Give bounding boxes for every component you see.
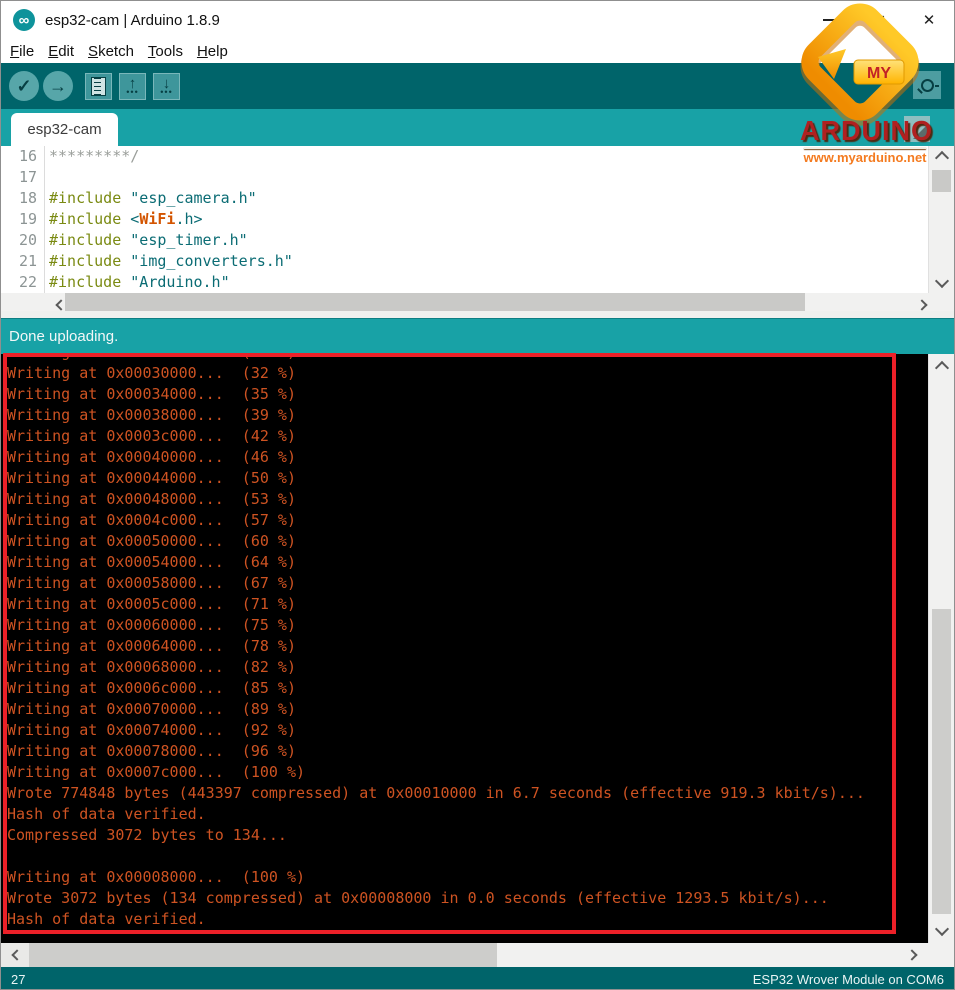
upload-button[interactable]: → <box>43 71 73 101</box>
scroll-right-button[interactable] <box>899 943 927 967</box>
scrollbar-thumb[interactable] <box>932 609 951 914</box>
tab-bar: esp32-cam <box>1 109 954 146</box>
console-output[interactable]: Writing at 0x0002c000... (28 %) Writing … <box>1 354 930 943</box>
verify-button[interactable]: ✓ <box>9 71 39 101</box>
console-line: Hash of data verified. <box>7 910 206 928</box>
menu-help[interactable]: Help <box>190 43 235 60</box>
tray-dots-icon: ••• <box>126 87 139 97</box>
console-line: Writing at 0x00068000... (82 %) <box>7 658 296 676</box>
chevron-up-icon <box>934 360 949 376</box>
console-line: Writing at 0x0004c000... (57 %) <box>7 511 296 529</box>
console-line: Writing at 0x00034000... (35 %) <box>7 385 296 403</box>
console-horizontal-scrollbar[interactable] <box>1 943 954 967</box>
console-line: Writing at 0x0007c000... (100 %) <box>7 763 306 781</box>
console-line: Writing at 0x00050000... (60 %) <box>7 532 296 550</box>
maximize-icon: □ <box>873 10 885 30</box>
board-port-label: ESP32 Wrover Module on COM6 <box>752 971 944 987</box>
code-line: 17 <box>1 167 930 188</box>
tab-esp32-cam[interactable]: esp32-cam <box>11 113 118 146</box>
code-line: 16 *********/ <box>1 146 930 167</box>
close-button[interactable]: ✕ <box>904 1 954 39</box>
menu-bar: File Edit Sketch Tools Help <box>1 39 954 63</box>
editor-console-divider <box>1 311 954 319</box>
code-line: 19 #include <WiFi.h> <box>1 209 930 230</box>
cursor-line-number: 27 <box>11 971 26 987</box>
console-line: Writing at 0x00058000... (67 %) <box>7 574 296 592</box>
chevron-right-icon <box>905 949 918 961</box>
save-sketch-button[interactable]: ↓ ••• <box>153 72 180 100</box>
editor-vertical-scrollbar[interactable] <box>928 146 954 293</box>
maximize-button[interactable]: □ <box>854 1 904 39</box>
tab-list-dropdown-button[interactable] <box>904 116 930 142</box>
arduino-ide-window: ∞ esp32-cam | Arduino 1.8.9 □ ✕ File Edi… <box>0 0 955 990</box>
arduino-app-icon: ∞ <box>13 9 35 31</box>
console-line: Writing at 0x00054000... (64 %) <box>7 553 296 571</box>
open-sketch-button[interactable]: ↑ ••• <box>119 72 146 100</box>
window-controls: □ ✕ <box>804 1 954 39</box>
console-vertical-scrollbar[interactable] <box>928 354 954 943</box>
chevron-up-icon <box>934 150 949 166</box>
console-line: Writing at 0x00008000... (100 %) <box>7 868 306 886</box>
console-line: Wrote 3072 bytes (134 compressed) at 0x0… <box>7 889 829 907</box>
code-line: 20 #include "esp_timer.h" <box>1 230 930 251</box>
console-line: Wrote 774848 bytes (443397 compressed) a… <box>7 784 865 802</box>
console-line: Writing at 0x00078000... (96 %) <box>7 742 296 760</box>
status-bar: 27 ESP32 Wrover Module on COM6 <box>1 967 954 989</box>
console-line: Writing at 0x00060000... (75 %) <box>7 616 296 634</box>
scroll-down-button[interactable] <box>929 273 954 293</box>
console-line: Writing at 0x00064000... (78 %) <box>7 637 296 655</box>
scroll-down-button[interactable] <box>929 921 954 941</box>
console-line: Compressed 3072 bytes to 134... <box>7 826 287 844</box>
console-line: Writing at 0x0005c000... (71 %) <box>7 595 296 613</box>
upload-status-text: Done uploading. <box>9 328 119 345</box>
console-line: Hash of data verified. <box>7 805 206 823</box>
upload-status-bar: Done uploading. <box>1 319 954 354</box>
scroll-up-button[interactable] <box>929 146 954 166</box>
console-line: Writing at 0x00074000... (92 %) <box>7 721 296 739</box>
console-line-partial: Writing at 0x0002c000... (28 %) <box>7 354 930 363</box>
console-line: Writing at 0x00030000... (32 %) <box>7 364 296 382</box>
chevron-down-icon <box>934 273 949 289</box>
editor-horizontal-scrollbar[interactable] <box>1 293 954 311</box>
console-line: Writing at 0x00048000... (53 %) <box>7 490 296 508</box>
chevron-down-icon <box>934 921 949 937</box>
menu-edit[interactable]: Edit <box>41 43 81 60</box>
minimize-button[interactable] <box>804 1 854 39</box>
console-line: Writing at 0x0003c000... (42 %) <box>7 427 296 445</box>
tray-dots-icon: ••• <box>160 87 173 97</box>
console-line: Writing at 0x00070000... (89 %) <box>7 700 296 718</box>
code-line: 18 #include "esp_camera.h" <box>1 188 930 209</box>
check-icon: ✓ <box>16 75 32 96</box>
new-sketch-button[interactable] <box>85 72 112 100</box>
serial-monitor-button[interactable] <box>913 71 941 99</box>
chevron-right-icon <box>915 299 928 311</box>
minimize-icon <box>823 19 835 21</box>
document-icon <box>91 76 106 96</box>
scrollbar-thumb[interactable] <box>932 170 951 192</box>
menu-sketch[interactable]: Sketch <box>81 43 141 60</box>
code-line: 21 #include "img_converters.h" <box>1 251 930 272</box>
triangle-icon <box>913 125 927 139</box>
toolbar: ✓ → ↑ ••• ↓ ••• <box>1 63 954 109</box>
scroll-up-button[interactable] <box>929 356 954 376</box>
scrollbar-thumb[interactable] <box>29 943 497 967</box>
console-line: Writing at 0x00038000... (39 %) <box>7 406 296 424</box>
right-arrow-icon: → <box>49 75 67 96</box>
magnifier-icon <box>920 78 939 92</box>
code-editor[interactable]: 16 *********/ 17 18 #include "esp_camera… <box>1 146 930 293</box>
scroll-left-button[interactable] <box>1 943 29 967</box>
console-line: Writing at 0x0006c000... (85 %) <box>7 679 296 697</box>
chevron-left-icon <box>10 949 23 961</box>
code-line: 22 #include "Arduino.h" <box>1 272 930 293</box>
console-line: Writing at 0x00040000... (46 %) <box>7 448 296 466</box>
console-line: Writing at 0x00044000... (50 %) <box>7 469 296 487</box>
title-bar: ∞ esp32-cam | Arduino 1.8.9 □ ✕ <box>1 1 954 39</box>
window-title: esp32-cam | Arduino 1.8.9 <box>45 11 220 29</box>
close-icon: ✕ <box>922 12 936 29</box>
scrollbar-thumb[interactable] <box>65 293 805 311</box>
menu-tools[interactable]: Tools <box>141 43 190 60</box>
menu-file[interactable]: File <box>1 43 41 60</box>
